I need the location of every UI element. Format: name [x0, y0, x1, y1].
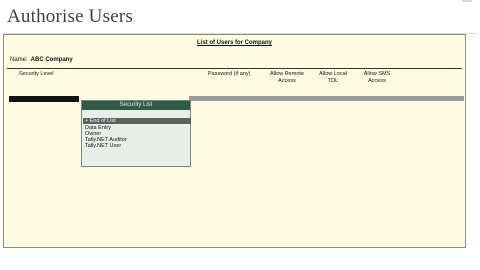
- column-header-remote-access-line2: Access: [278, 78, 296, 84]
- company-name-value: ABC Company: [30, 57, 73, 63]
- column-header-remote-access-line1: Allow Remote: [270, 71, 304, 77]
- user-row-highlight[interactable]: [189, 96, 464, 101]
- security-list-item-tally-net-user[interactable]: Tally.NET User: [85, 143, 121, 149]
- column-header-local-tdl: Allow Local TDL: [315, 71, 351, 85]
- users-list-panel: List of Users for Company Name: ABC Compa…: [3, 34, 466, 248]
- column-header-remote-access: Allow Remote Access: [266, 71, 308, 85]
- column-header-local-tdl-line2: TDL: [327, 78, 339, 84]
- column-header-local-tdl-line1: Allow Local: [319, 71, 347, 77]
- selected-marker: +: [85, 118, 89, 124]
- column-header-sms-access: Allow SMS Access: [359, 71, 395, 85]
- corner-decoration: [462, 0, 472, 2]
- list-title: List of Users for Company: [196, 40, 272, 46]
- security-list-title: Security List: [82, 101, 190, 110]
- page-title: Authorise Users: [7, 6, 133, 27]
- column-header-password: Password (if any): [208, 71, 251, 77]
- security-list-item-label: End of List: [89, 118, 116, 124]
- column-header-security-level: Security Level: [19, 71, 54, 77]
- name-label: Name:: [10, 57, 28, 63]
- company-name-row: Name: ABC Company: [10, 57, 73, 63]
- security-list-item-end-of-list[interactable]: + End of List: [83, 118, 191, 124]
- header-divider: [7, 68, 462, 69]
- security-list-popup[interactable]: Security List + End of List Data Entry O…: [81, 100, 191, 167]
- security-level-input[interactable]: [9, 96, 79, 102]
- column-header-sms-access-line2: Access: [368, 78, 386, 84]
- column-header-sms-access-line1: Allow SMS: [363, 71, 391, 77]
